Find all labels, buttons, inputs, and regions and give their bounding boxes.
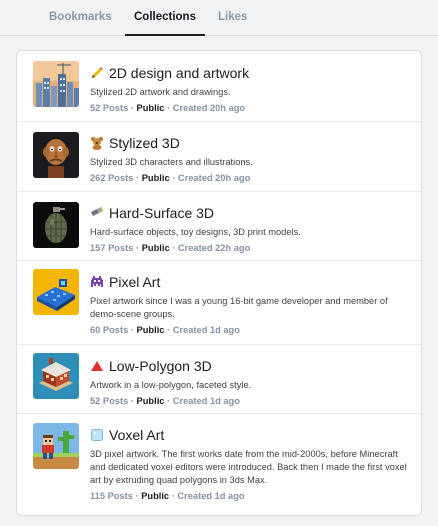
collection-meta: 52 Posts · Public · Created 20h ago	[90, 103, 411, 113]
visibility-label: Public	[141, 173, 170, 183]
collection-meta: 60 Posts · Public · Created 1d ago	[90, 325, 411, 335]
tab-likes[interactable]: Likes	[218, 11, 247, 34]
tab-bar: Bookmarks Collections Likes	[0, 0, 438, 36]
collection-meta: 157 Posts · Public · Created 22h ago	[90, 243, 411, 253]
post-count: 262 Posts	[90, 173, 134, 183]
collection-title[interactable]: 2D design and artwork	[90, 64, 411, 82]
separator: ·	[167, 396, 171, 406]
visibility-label: Public	[136, 325, 165, 335]
post-count: 157 Posts	[90, 243, 134, 253]
space-invader-icon	[90, 275, 104, 289]
visibility-label: Public	[141, 491, 170, 501]
collection-item-2d-design[interactable]: 2D design and artwork Stylized 2D artwor…	[17, 51, 421, 121]
collection-description: Hard-surface objects, toy designs, 3D pr…	[90, 227, 301, 237]
collection-meta: 52 Posts · Public · Created 1d ago	[90, 396, 411, 406]
visibility-label: Public	[141, 243, 170, 253]
post-count: 115 Posts	[90, 491, 133, 501]
collection-item-voxel-art[interactable]: Voxel Art 3D pixel artwork. The first wo…	[17, 413, 421, 515]
teddy-bear-icon	[90, 136, 104, 150]
collection-description: Stylized 3D characters and illustrations…	[90, 157, 253, 167]
red-triangle-icon	[90, 359, 104, 373]
ice-cube-icon	[90, 428, 104, 442]
collection-title[interactable]: Low-Polygon 3D	[90, 357, 411, 375]
collection-description: Pixel artwork since I was a young 16-bit…	[90, 296, 388, 319]
post-count: 52 Posts	[90, 103, 129, 113]
collection-thumbnail	[33, 423, 79, 469]
created-time: Created 1d ago	[172, 325, 240, 335]
separator: ·	[130, 396, 134, 406]
created-time: Created 20h ago	[177, 173, 251, 183]
collection-title[interactable]: Voxel Art	[90, 426, 411, 444]
collection-item-hard-surface-3d[interactable]: Hard-Surface 3D Hard-surface objects, to…	[17, 191, 421, 260]
visibility-label: Public	[136, 396, 165, 406]
collections-list: 2D design and artwork Stylized 2D artwor…	[16, 50, 422, 516]
collection-description: Artwork in a low-polygon, faceted style.	[90, 380, 252, 390]
separator: ·	[167, 325, 171, 335]
created-time: Created 22h ago	[177, 243, 251, 253]
collection-thumbnail	[33, 269, 79, 315]
created-time: Created 1d ago	[172, 396, 240, 406]
separator: ·	[130, 103, 134, 113]
collection-title[interactable]: Hard-Surface 3D	[90, 204, 411, 222]
collection-thumbnail	[33, 132, 79, 178]
collection-meta: 262 Posts · Public · Created 20h ago	[90, 173, 411, 183]
collection-meta: 115 Posts · Public · Created 1d ago	[90, 491, 411, 501]
visibility-label: Public	[136, 103, 165, 113]
collection-thumbnail	[33, 61, 79, 107]
separator: ·	[136, 173, 140, 183]
separator: ·	[136, 243, 140, 253]
tab-collections[interactable]: Collections	[125, 11, 205, 36]
separator: ·	[172, 243, 176, 253]
flashlight-icon	[90, 206, 104, 220]
collection-title[interactable]: Stylized 3D	[90, 134, 411, 152]
post-count: 52 Posts	[90, 396, 129, 406]
separator: ·	[167, 103, 171, 113]
separator: ·	[135, 491, 139, 501]
created-time: Created 1d ago	[177, 491, 245, 501]
collection-description: Stylized 2D artwork and drawings.	[90, 87, 231, 97]
collection-title[interactable]: Pixel Art	[90, 273, 411, 291]
post-count: 60 Posts	[90, 325, 129, 335]
collection-description: 3D pixel artwork. The first works date f…	[90, 449, 407, 485]
separator: ·	[130, 325, 134, 335]
created-time: Created 20h ago	[172, 103, 246, 113]
collection-thumbnail	[33, 353, 79, 399]
tab-bookmarks[interactable]: Bookmarks	[49, 11, 112, 34]
collection-thumbnail	[33, 202, 79, 248]
collection-item-low-polygon-3d[interactable]: Low-Polygon 3D Artwork in a low-polygon,…	[17, 344, 421, 413]
collection-item-pixel-art[interactable]: Pixel Art Pixel artwork since I was a yo…	[17, 260, 421, 344]
separator: ·	[172, 173, 176, 183]
pencil-icon	[90, 66, 104, 80]
separator: ·	[171, 491, 175, 501]
collection-item-stylized-3d[interactable]: Stylized 3D Stylized 3D characters and i…	[17, 121, 421, 191]
